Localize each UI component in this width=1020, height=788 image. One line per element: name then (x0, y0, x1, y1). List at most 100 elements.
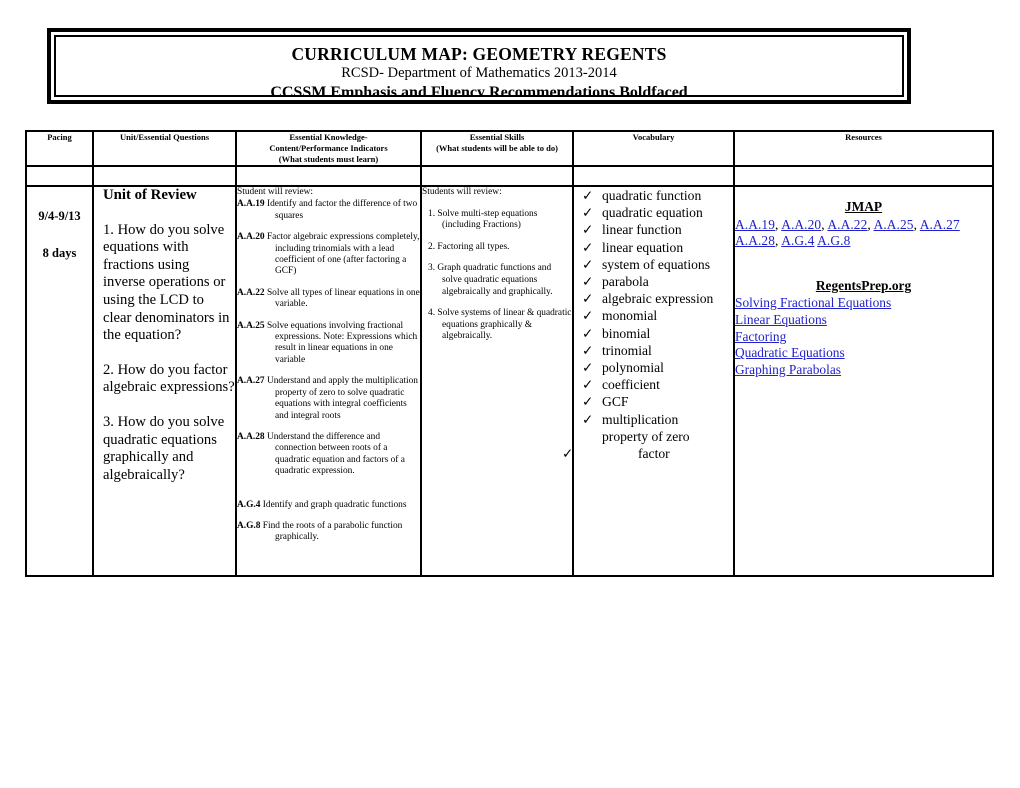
vocabulary-item: ✓ factor (562, 445, 733, 462)
jmap-heading: JMAP (844, 199, 883, 214)
jmap-links-line-2: A.A.28, A.G.4 A.G.8 (735, 233, 992, 250)
check-icon: ✓ (582, 394, 594, 410)
jmap-link-a-a-19[interactable]: A.A.19 (735, 217, 775, 232)
cell-performance-indicators: Student will review: A.A.19 Identify and… (235, 185, 422, 577)
check-icon: ✓ (582, 342, 594, 358)
jmap-link-a-g-4[interactable]: A.G.4 (781, 233, 814, 248)
regentsprep-link-graphing-parabolas[interactable]: Graphing Parabolas (735, 362, 992, 379)
regentsprep-link-solving-fractional-equations[interactable]: Solving Fractional Equations (735, 295, 992, 312)
cell-resources: JMAP A.A.19, A.A.20, A.A.22, A.A.25, A.A… (733, 185, 994, 577)
regentsprep-link-label[interactable]: Linear Equations (735, 312, 827, 327)
indicator-list: A.A.19 Identify and factor the differenc… (237, 199, 420, 543)
regentsprep-link-label[interactable]: Solving Fractional Equations (735, 295, 891, 310)
regentsprep-link-list: Solving Fractional Equations Linear Equat… (735, 295, 992, 378)
vocabulary-item: ✓ polynomial (582, 359, 733, 376)
regentsprep-link-linear-equations[interactable]: Linear Equations (735, 312, 992, 329)
vocabulary-item: ✓ binomial (582, 325, 733, 342)
vocabulary-term: GCF (602, 394, 629, 410)
table-spacer-row (25, 165, 994, 187)
header-skills: Essential Skills (What students will be … (420, 130, 574, 167)
regentsprep-link-label[interactable]: Factoring (735, 329, 786, 344)
indicator-code: A.A.22 (237, 287, 267, 298)
indicator-code: A.G.4 (237, 499, 263, 510)
indicator-text: Identify and graph quadratic functions (262, 499, 407, 510)
header-skills-line1: Essential Skills (469, 132, 525, 142)
indicator-item-a-g-4: A.G.4 Identify and graph quadratic funct… (237, 500, 420, 511)
skill-item-2: 2. Factoring all types. (428, 241, 510, 252)
check-icon: ✓ (582, 325, 594, 341)
header-indicators-line1: Essential Knowledge- (289, 132, 368, 142)
indicator-item-a-a-19: A.A.19 Identify and factor the differenc… (237, 199, 420, 222)
vocabulary-term: coefficient (602, 377, 660, 393)
spacer-cell-indicators (235, 165, 422, 187)
spacer-cell-unit (92, 165, 237, 187)
spacer-cell-resources (733, 165, 994, 187)
header-resources: Resources (733, 130, 994, 167)
jmap-link-a-g-8[interactable]: A.G.8 (817, 233, 850, 248)
indicators-intro: Student will review: (237, 187, 314, 197)
curriculum-map-table: Pacing Unit/Essential Questions Essentia… (25, 130, 994, 577)
indicator-item-a-a-22: A.A.22 Solve all types of linear equatio… (237, 288, 420, 311)
spacer-cell-skills (420, 165, 574, 187)
vocabulary-item: ✓ trinomial (582, 342, 733, 359)
vocabulary-term: multiplication (602, 411, 679, 427)
document-note: CCSSM Emphasis and Fluency Recommendatio… (270, 84, 688, 97)
skills-intro: Students will review: (422, 187, 502, 197)
header-indicators: Essential Knowledge- Content/Performance… (235, 130, 422, 167)
check-icon: ✓ (582, 205, 594, 221)
indicator-text: Solve equations involving fractional exp… (266, 320, 418, 365)
jmap-link-a-a-22[interactable]: A.A.22 (827, 217, 867, 232)
header-indicators-line2: Content/Performance Indicators (269, 143, 388, 153)
check-icon: ✓ (582, 291, 594, 307)
jmap-link-a-a-25[interactable]: A.A.25 (874, 217, 914, 232)
indicator-code: A.A.25 (237, 320, 267, 331)
header-indicators-line3: (What students must learn) (278, 154, 379, 164)
table-row: 9/4-9/13 8 days Unit of Review 1. How do… (25, 185, 994, 577)
jmap-link-a-a-28[interactable]: A.A.28 (735, 233, 775, 248)
indicator-text: Find the roots of a parabolic function g… (262, 520, 403, 543)
vocabulary-term: trinomial (602, 342, 652, 358)
vocabulary-item: ✓ algebraic expression (582, 290, 733, 307)
vocabulary-term: monomial (602, 308, 658, 324)
skill-item-3: 3. Graph quadratic functions and solve q… (428, 263, 553, 297)
cell-unit-essential-questions: Unit of Review 1. How do you solve equat… (92, 185, 237, 577)
unit-question-2: 2. How do you factor algebraic expressio… (103, 361, 235, 396)
vocabulary-item: ✓ coefficient (582, 376, 733, 393)
regentsprep-link-factoring[interactable]: Factoring (735, 329, 992, 346)
regentsprep-link-label[interactable]: Quadratic Equations (735, 345, 845, 360)
regentsprep-link-label[interactable]: Graphing Parabolas (735, 362, 841, 377)
vocabulary-term: algebraic expression (602, 291, 714, 307)
vocabulary-item: ✓ system of equations (582, 256, 733, 273)
regentsprep-link-quadratic-equations[interactable]: Quadratic Equations (735, 345, 992, 362)
check-icon: ✓ (582, 222, 594, 238)
unit-question-list: 1. How do you solve equations with fract… (103, 222, 235, 485)
header-unit-label: Unit/Essential Questions (119, 132, 210, 142)
indicator-text: Understand and apply the multiplication … (266, 376, 418, 421)
spacer-cell-pacing (25, 165, 94, 187)
cell-pacing: 9/4-9/13 8 days (25, 185, 94, 577)
vocabulary-item: ✓ multiplication (582, 411, 733, 428)
cell-vocabulary: ✓ quadratic function ✓ quadratic equation ✓ l… (562, 185, 735, 577)
pacing-dates: 9/4-9/13 (38, 209, 81, 223)
spacer-cell-vocabulary (572, 165, 735, 187)
indicator-item-a-a-25: A.A.25 Solve equations involving fractio… (237, 321, 420, 367)
check-icon: ✓ (582, 411, 594, 427)
document-title: CURRICULUM MAP: GEOMETRY REGENTS (291, 44, 667, 64)
check-icon: ✓ (582, 256, 594, 272)
vocabulary-item: ✓ linear equation (582, 239, 733, 256)
jmap-link-a-a-20[interactable]: A.A.20 (781, 217, 821, 232)
vocabulary-item: ✓ quadratic function (582, 187, 733, 204)
skill-item-1: 1. Solve multi-step equations (including… (428, 208, 538, 231)
header-resources-label: Resources (845, 132, 882, 142)
indicator-code: A.A.27 (237, 376, 267, 387)
vocabulary-term: parabola (602, 274, 649, 290)
document-subtitle: RCSD- Department of Mathematics 2013-201… (341, 65, 617, 81)
check-icon: ✓ (562, 446, 574, 462)
vocabulary-term: system of equations (602, 256, 710, 272)
jmap-link-a-a-27[interactable]: A.A.27 (920, 217, 960, 232)
vocabulary-term: linear function (602, 222, 682, 238)
vocabulary-term: polynomial (602, 360, 664, 376)
indicator-item-a-a-20: A.A.20 Factor algebraic expressions comp… (237, 232, 420, 278)
indicator-code: A.A.20 (237, 232, 267, 243)
header-unit: Unit/Essential Questions (92, 130, 237, 167)
